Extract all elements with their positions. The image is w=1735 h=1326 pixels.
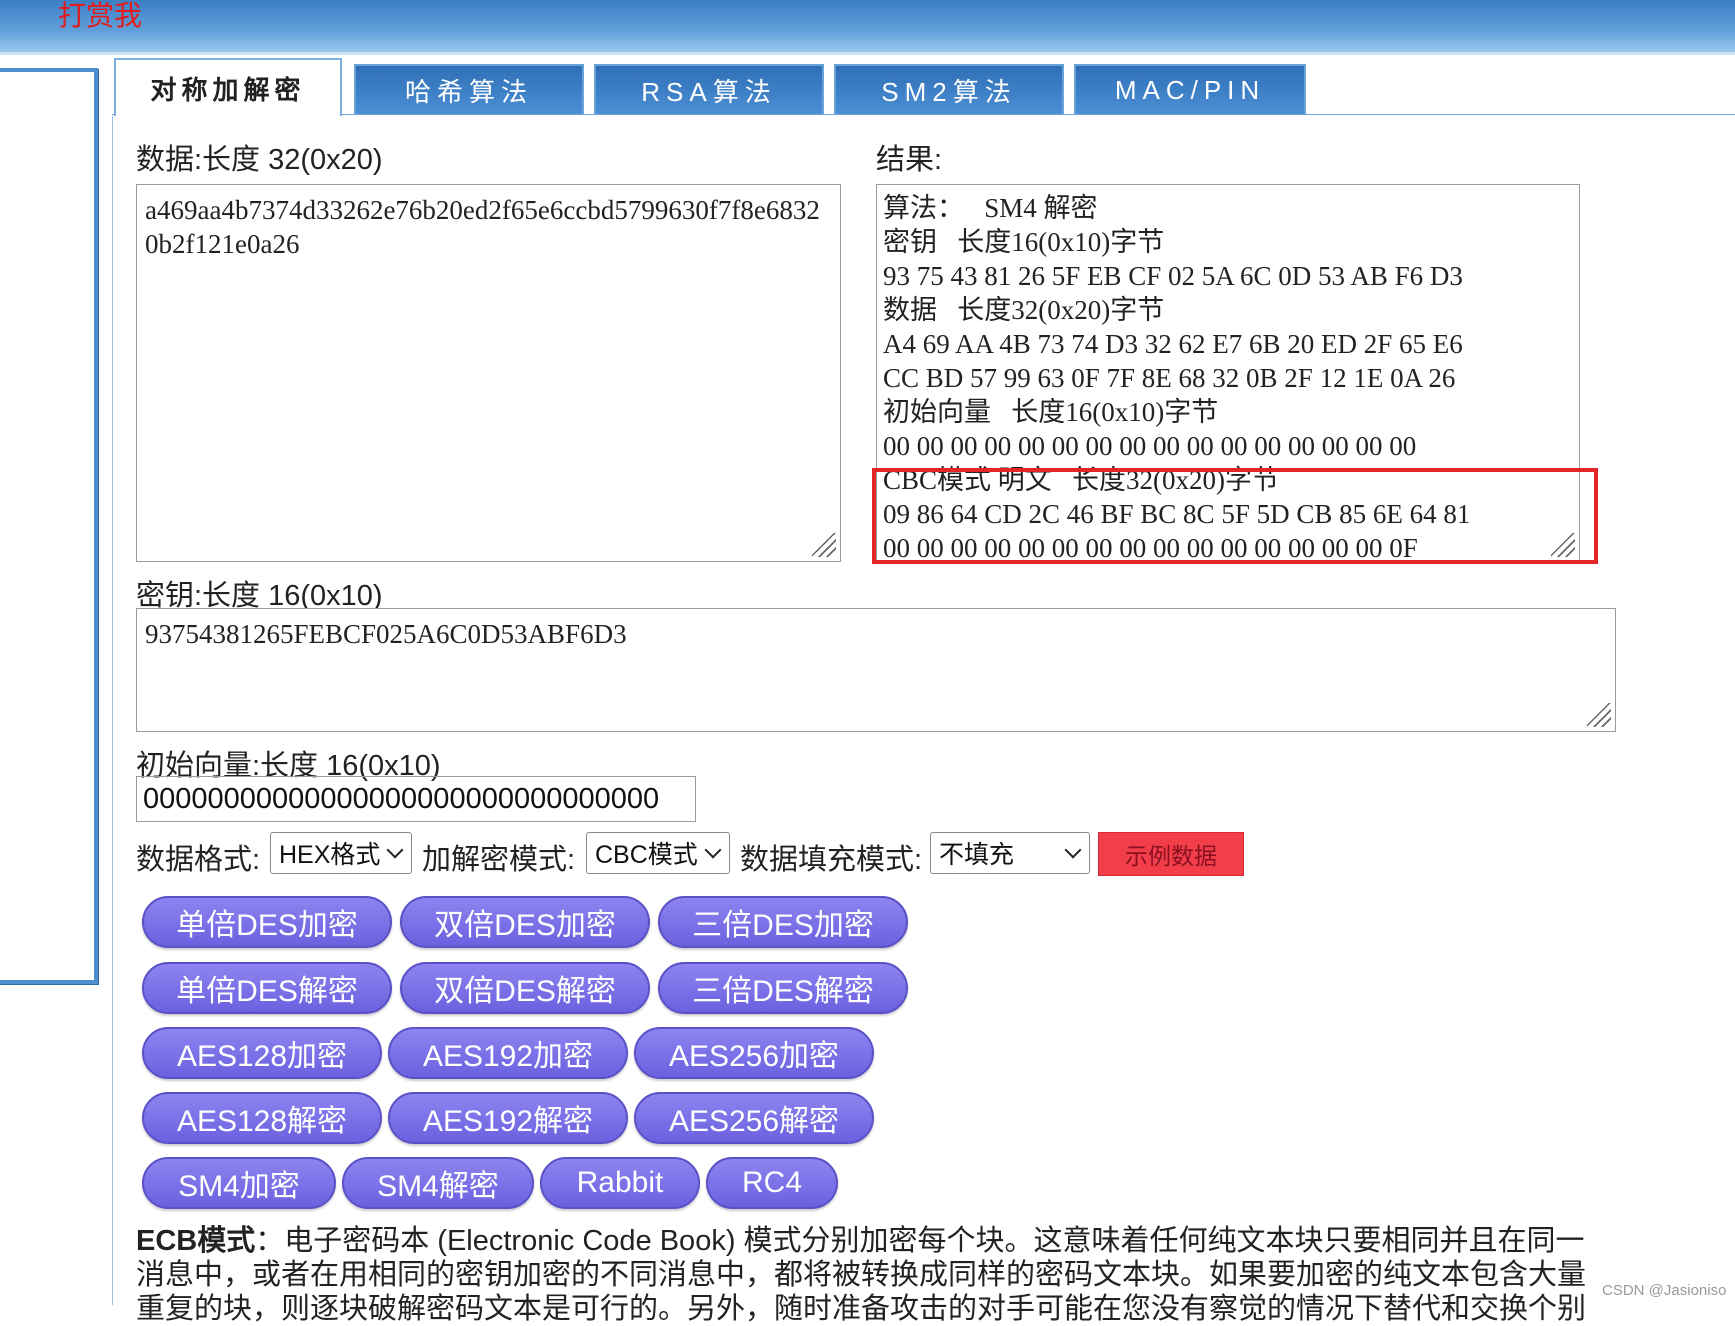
description-title: ECB模式 bbox=[136, 1225, 256, 1257]
aes256-encrypt-button[interactable]: AES256加密 bbox=[634, 1027, 874, 1079]
sm4-encrypt-button[interactable]: SM4加密 bbox=[142, 1157, 336, 1209]
mode-value: CBC模式 bbox=[595, 841, 698, 869]
chevron-down-icon bbox=[386, 841, 404, 859]
resize-grip-icon[interactable] bbox=[1587, 703, 1611, 727]
donate-link[interactable]: 打赏我 bbox=[58, 0, 142, 34]
aes192-decrypt-button[interactable]: AES192解密 bbox=[388, 1092, 628, 1144]
aes128-encrypt-button[interactable]: AES128加密 bbox=[142, 1027, 382, 1079]
rc4-button[interactable]: RC4 bbox=[706, 1157, 838, 1209]
triple-des-encrypt-button[interactable]: 三倍DES加密 bbox=[658, 896, 908, 948]
mode-select[interactable]: CBC模式 bbox=[586, 832, 730, 874]
format-value: HEX格式 bbox=[279, 841, 381, 869]
iv-input[interactable]: 00000000000000000000000000000000 bbox=[136, 776, 696, 822]
iv-value: 00000000000000000000000000000000 bbox=[143, 783, 660, 815]
data-label: 数据:长度 32(0x20) bbox=[136, 144, 383, 176]
rabbit-button[interactable]: Rabbit bbox=[540, 1157, 700, 1209]
left-panel bbox=[0, 68, 98, 984]
tab-mac-pin[interactable]: MAC/PIN bbox=[1074, 64, 1306, 114]
single-des-encrypt-button[interactable]: 单倍DES加密 bbox=[142, 896, 392, 948]
padding-select[interactable]: 不填充 bbox=[930, 832, 1090, 874]
triple-des-decrypt-button[interactable]: 三倍DES解密 bbox=[658, 962, 908, 1014]
top-banner: 打赏我 bbox=[0, 0, 1735, 55]
tab-sm2[interactable]: SM2算法 bbox=[834, 64, 1064, 114]
result-line: CC BD 57 99 63 0F 7F 8E 68 32 0B 2F 12 1… bbox=[883, 363, 1456, 393]
result-line: 初始向量 长度16(0x10)字节 bbox=[883, 397, 1219, 427]
content-left-border bbox=[112, 116, 113, 1305]
single-des-decrypt-button[interactable]: 单倍DES解密 bbox=[142, 962, 392, 1014]
padding-value: 不填充 bbox=[939, 841, 1015, 869]
result-line: A4 69 AA 4B 73 74 D3 32 62 E7 6B 20 ED 2… bbox=[883, 329, 1463, 359]
chevron-down-icon bbox=[704, 841, 722, 859]
result-line: 00 00 00 00 00 00 00 00 00 00 00 00 00 0… bbox=[883, 431, 1417, 461]
format-label: 数据格式: bbox=[136, 844, 261, 876]
result-line: 密钥 长度16(0x10)字节 bbox=[883, 227, 1165, 257]
description-text: ：电子密码本 (Electronic Code Book) 模式分别加密每个块。… bbox=[136, 1225, 1587, 1325]
aes128-decrypt-button[interactable]: AES128解密 bbox=[142, 1092, 382, 1144]
demo-data-button[interactable]: 示例数据 bbox=[1098, 832, 1244, 876]
result-line: 算法： SM4 解密 bbox=[883, 193, 1098, 223]
tab-baseline bbox=[112, 114, 1735, 115]
data-textarea[interactable]: a469aa4b7374d33262e76b20ed2f65e6ccbd5799… bbox=[136, 184, 841, 562]
tab-rsa[interactable]: RSA算法 bbox=[594, 64, 824, 114]
highlight-box bbox=[872, 468, 1598, 564]
watermark: CSDN @Jasioniso bbox=[1602, 1282, 1727, 1299]
result-line: 93 75 43 81 26 5F EB CF 02 5A 6C 0D 53 A… bbox=[883, 261, 1463, 291]
tab-hash[interactable]: 哈希算法 bbox=[354, 64, 584, 114]
key-textarea[interactable]: 93754381265FEBCF025A6C0D53ABF6D3 bbox=[136, 608, 1616, 732]
mode-label: 加解密模式: bbox=[422, 844, 576, 876]
tab-symmetric[interactable]: 对称加解密 bbox=[114, 58, 342, 116]
chevron-down-icon bbox=[1064, 841, 1082, 859]
resize-grip-icon[interactable] bbox=[812, 533, 836, 557]
double-des-decrypt-button[interactable]: 双倍DES解密 bbox=[400, 962, 650, 1014]
mode-description: ECB模式：电子密码本 (Electronic Code Book) 模式分别加… bbox=[136, 1224, 1596, 1326]
aes192-encrypt-button[interactable]: AES192加密 bbox=[388, 1027, 628, 1079]
result-label: 结果: bbox=[876, 144, 943, 176]
aes256-decrypt-button[interactable]: AES256解密 bbox=[634, 1092, 874, 1144]
padding-label: 数据填充模式: bbox=[740, 844, 923, 876]
key-value: 93754381265FEBCF025A6C0D53ABF6D3 bbox=[145, 619, 627, 649]
sm4-decrypt-button[interactable]: SM4解密 bbox=[342, 1157, 534, 1209]
format-select[interactable]: HEX格式 bbox=[270, 832, 412, 874]
data-value: a469aa4b7374d33262e76b20ed2f65e6ccbd5799… bbox=[145, 195, 820, 259]
result-line: 数据 长度32(0x20)字节 bbox=[883, 295, 1165, 325]
double-des-encrypt-button[interactable]: 双倍DES加密 bbox=[400, 896, 650, 948]
